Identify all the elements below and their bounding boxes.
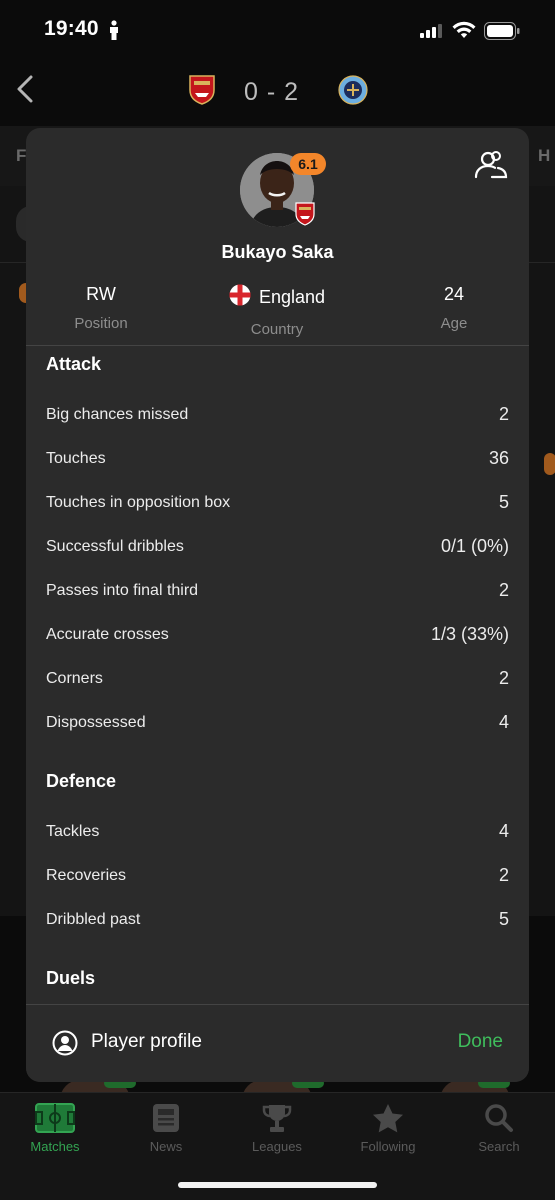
- stat-label: Corners: [46, 670, 103, 687]
- stat-label: Touches in opposition box: [46, 494, 231, 511]
- player-profile-button[interactable]: Player profile: [91, 1031, 202, 1053]
- stat-value: 5: [498, 909, 509, 929]
- stat-row: Touches 36: [46, 446, 509, 476]
- stat-row: Accurate crosses 1/3 (33%): [46, 622, 509, 652]
- stat-label: Recoveries: [46, 867, 127, 884]
- stat-row: Tackles 4: [46, 819, 509, 849]
- sheet-footer: Player profile Done: [26, 1004, 529, 1082]
- player-profile-icon[interactable]: [52, 1030, 78, 1061]
- stat-label: Accurate crosses: [46, 626, 169, 643]
- stat-row: Successful dribbles 0/1 (0%): [46, 534, 509, 564]
- done-button[interactable]: Done: [458, 1031, 503, 1053]
- home-indicator[interactable]: [178, 1182, 377, 1188]
- star-icon: [373, 1104, 403, 1133]
- position-label: Position: [74, 315, 128, 332]
- tab-news[interactable]: News: [116, 1103, 216, 1154]
- stat-value: 2: [498, 580, 509, 600]
- background-rating-marker: [544, 453, 555, 475]
- stat-label: Dribbled past: [46, 911, 141, 928]
- england-flag-icon: [229, 284, 251, 311]
- trophy-icon: [262, 1105, 292, 1132]
- player-profile-link-icon[interactable]: [474, 150, 508, 185]
- tab-following[interactable]: Following: [338, 1103, 438, 1154]
- battery-icon: [484, 22, 520, 45]
- stat-value: 2: [498, 865, 509, 885]
- player-name: Bukayo Saka: [221, 242, 334, 262]
- stat-value: 1/3 (33%): [430, 624, 509, 644]
- player-rating-badge: 6.1: [290, 153, 326, 175]
- back-chevron-icon[interactable]: [14, 74, 36, 109]
- age-info: 24 Age: [379, 284, 529, 332]
- tab-label: Leagues: [252, 1139, 302, 1154]
- section-title-duels: Duels: [46, 968, 96, 988]
- position-info: RW Position: [26, 284, 176, 332]
- stats-list[interactable]: Attack Big chances missed 2 Touches 36 T…: [26, 346, 529, 1004]
- stat-row: Passes into final third 2: [46, 578, 509, 608]
- search-icon: [485, 1104, 513, 1132]
- stat-value: 2: [498, 668, 509, 688]
- tab-label: News: [149, 1139, 183, 1154]
- tab-search[interactable]: Search: [449, 1103, 549, 1154]
- stat-label: Dispossessed: [46, 714, 146, 731]
- pitch-icon: [35, 1103, 75, 1133]
- arsenal-badge-icon: [295, 202, 315, 231]
- stat-label: Big chances missed: [46, 406, 189, 423]
- stat-value: 0/1 (0%): [440, 536, 509, 556]
- status-time: 19:40: [44, 17, 99, 40]
- stat-row: Dispossessed 4: [46, 710, 509, 740]
- section-title-defence: Defence: [46, 771, 117, 791]
- stat-value: 36: [488, 448, 509, 468]
- background-tab-partial: F: [16, 146, 27, 165]
- section-title-attack: Attack: [46, 354, 102, 374]
- tab-label: Following: [360, 1139, 416, 1154]
- stat-row: Recoveries 2: [46, 863, 509, 893]
- stat-label: Touches: [46, 450, 106, 467]
- stat-label: Passes into final third: [46, 582, 199, 599]
- wifi-icon: [452, 21, 476, 44]
- stat-label: Tackles: [46, 823, 100, 840]
- match-header: 0 - 2: [0, 60, 555, 124]
- stat-row: Big chances missed 2: [46, 402, 509, 432]
- cellular-signal-icon: [420, 24, 442, 43]
- tab-matches[interactable]: Matches: [5, 1103, 105, 1154]
- stat-row: Corners 2: [46, 666, 509, 696]
- stat-value: 5: [498, 492, 509, 512]
- tab-leagues[interactable]: Leagues: [227, 1103, 327, 1154]
- background-tab-partial: H: [538, 146, 551, 165]
- stat-value: 4: [498, 821, 509, 841]
- country-label: Country: [250, 321, 304, 338]
- stat-row: Touches in opposition box 5: [46, 490, 509, 520]
- country-value: England: [258, 287, 326, 307]
- stat-value: 4: [498, 712, 509, 732]
- tab-label: Matches: [30, 1139, 80, 1154]
- status-bar: 19:40: [0, 0, 555, 60]
- stat-value: 2: [498, 404, 509, 424]
- stat-label: Successful dribbles: [46, 538, 184, 555]
- age-value: 24: [443, 284, 465, 304]
- tab-label: Search: [478, 1139, 520, 1154]
- stat-row: Dribbled past 5: [46, 907, 509, 937]
- news-icon: [153, 1104, 179, 1132]
- man-city-crest-icon[interactable]: [338, 74, 368, 111]
- match-score: 0 - 2: [244, 78, 300, 106]
- arsenal-crest-icon[interactable]: [188, 74, 216, 111]
- age-label: Age: [440, 315, 468, 332]
- person-icon: [108, 20, 120, 45]
- player-stats-sheet: 6.1 Bukayo Saka RW Position England Coun…: [26, 128, 529, 1082]
- player-header: 6.1 Bukayo Saka RW Position England Coun…: [26, 128, 529, 346]
- country-info: England Country: [202, 284, 352, 338]
- position-value: RW: [86, 284, 116, 304]
